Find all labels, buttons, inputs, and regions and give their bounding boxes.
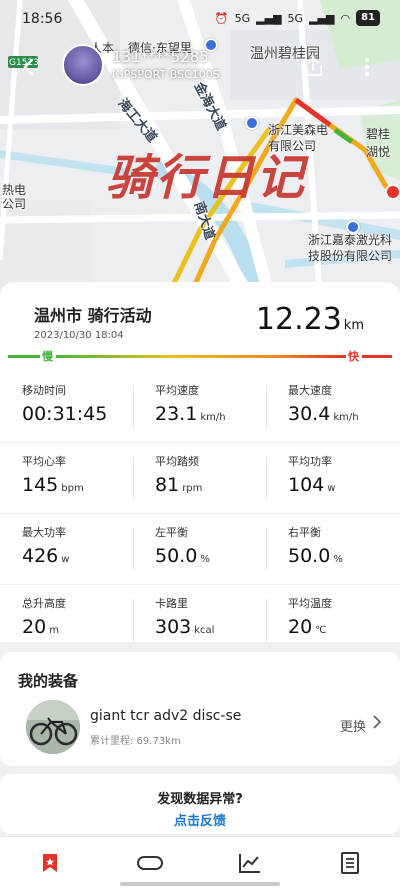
bookmark-icon — [43, 853, 57, 872]
activity-title: 温州市 骑行活动 — [34, 306, 152, 325]
signal-label-2: 5G — [287, 11, 304, 25]
slow-label: 慢 — [42, 350, 53, 363]
change-equipment-button[interactable]: 更换 — [340, 716, 366, 735]
metric-calories: 卡路里 303 kcal — [133, 585, 266, 656]
device-name: IGPSPORT BSC100S — [112, 68, 220, 81]
nav-tab-details[interactable] — [300, 837, 400, 888]
distance-value: 12.23 km — [256, 302, 364, 337]
route-map[interactable]: G1523 人本 德信·东望里 温州碧桂园 浙江美森电 有限公司 碧桂 湖悦 热… — [0, 0, 400, 300]
signal-icon: ▂▄▆ — [309, 11, 335, 25]
chevron-right-icon[interactable] — [372, 714, 382, 734]
feedback-question: 发现数据异常? — [157, 792, 243, 807]
alarm-icon: ⏰ — [214, 11, 229, 25]
map-label-left-b: 公司 — [2, 197, 27, 211]
distance-unit: km — [343, 318, 364, 333]
watermark-title: 骑行日记 — [106, 150, 307, 206]
map-label-company-2a: 浙江嘉泰激光科 — [308, 233, 393, 247]
bottom-nav — [0, 836, 400, 888]
nav-tab-chart[interactable] — [200, 837, 300, 888]
metric-avg-temperature: 平均温度 20 ℃ — [266, 585, 399, 656]
equipment-title: 我的装备 — [18, 672, 79, 690]
map-label-lake-b: 湖悦 — [366, 145, 391, 159]
metric-avg-speed: 平均速度 23.1 km/h — [133, 372, 266, 442]
document-icon — [341, 851, 359, 874]
user-name: 131****5285 — [112, 48, 209, 66]
metric-total-ascent: 总升高度 20 m — [22, 597, 66, 638]
metric-left-balance: 左平衡 50.0% — [133, 514, 266, 584]
distance-number: 12.23 — [255, 302, 342, 337]
metrics-row: 最大功率 426 w 左平衡 50.0% 右平衡 50.0% — [0, 514, 400, 585]
fast-label: 快 — [348, 350, 359, 363]
metrics-row: 平均心率 145 bpm 平均踏频 81 rpm 平均功率 104 w — [0, 443, 400, 514]
bike-mileage: 累计里程: 69.73km — [90, 736, 181, 747]
poi-marker-icon[interactable] — [245, 116, 259, 130]
map-label-company-2b: 技股份有限公司 — [308, 249, 393, 263]
metrics-row: 移动时间 00:31:45 平均速度 23.1 km/h 最大速度 30.4 km/… — [0, 372, 400, 443]
map-label-lake-a: 碧桂 — [366, 127, 391, 141]
home-indicator[interactable] — [120, 882, 280, 886]
wifi-icon: ◠ — [340, 11, 351, 25]
route-icon — [137, 855, 163, 870]
chart-icon — [239, 853, 260, 873]
nav-tab-summary[interactable] — [0, 837, 100, 888]
speed-gradient — [56, 355, 346, 358]
status-icons: ⏰ 5G ▂▄▆ 5G ▂▄▆ ◠ 81 — [215, 10, 380, 26]
share-icon[interactable] — [298, 52, 328, 82]
more-icon[interactable] — [352, 52, 382, 82]
metric-moving-time: 移动时间 00:31:45 — [22, 384, 108, 425]
metric-max-speed: 最大速度 30.4 km/h — [266, 372, 399, 442]
signal-icon: ▂▄▆ — [256, 11, 282, 25]
metrics-row: 总升高度 20 m 卡路里 303 kcal 平均温度 20 ℃ — [0, 585, 400, 656]
metrics-grid: 移动时间 00:31:45 平均速度 23.1 km/h 最大速度 30.4 km/… — [0, 372, 400, 656]
status-time: 18:56 — [22, 11, 63, 27]
status-bar: 18:56 ⏰ 5G ▂▄▆ 5G ▂▄▆ ◠ 81 — [0, 0, 400, 40]
signal-label-1: 5G — [234, 11, 251, 25]
metric-avg-power: 平均功率 104 w — [266, 443, 399, 513]
metric-avg-cadence: 平均踏频 81 rpm — [133, 443, 266, 513]
avatar[interactable] — [62, 44, 104, 86]
speed-line-fast — [362, 355, 392, 358]
metric-right-balance: 右平衡 50.0% — [266, 514, 399, 584]
equipment-card: 我的装备 giant tcr adv2 disc-se 累计里程: 69.73k… — [0, 652, 400, 766]
nav-tab-route[interactable] — [100, 837, 200, 888]
battery-icon: 81 — [356, 10, 380, 26]
bike-name: giant tcr adv2 disc-se — [90, 708, 242, 724]
map-label-company-1a: 浙江美森电 — [268, 123, 329, 137]
activity-date: 2023/10/30 18:04 — [34, 330, 124, 341]
feedback-card: 发现数据异常? 点击反馈 — [0, 774, 400, 834]
speed-line-slow — [8, 355, 40, 358]
back-arrow-icon[interactable] — [14, 52, 44, 82]
bike-photo[interactable] — [26, 700, 80, 754]
activity-summary-card: 温州市 骑行活动 2023/10/30 18:04 12.23 km 慢 快 移动… — [0, 282, 400, 642]
speed-legend: 慢 快 — [8, 350, 392, 368]
metric-max-power: 最大功率 426 w — [22, 526, 70, 567]
metric-avg-heart-rate: 平均心率 145 bpm — [22, 455, 84, 496]
feedback-link[interactable]: 点击反馈 — [0, 810, 400, 829]
